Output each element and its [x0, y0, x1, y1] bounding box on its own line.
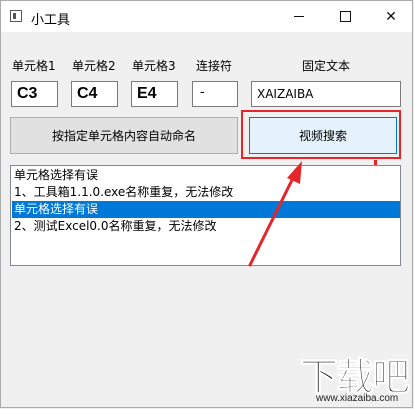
list-item-selected[interactable]: 单元格选择有误 — [12, 201, 400, 218]
cell1-label: 单元格1 — [12, 59, 56, 73]
minimize-button[interactable] — [276, 1, 322, 32]
fixed-text-input[interactable]: XAIZAIBA — [251, 81, 401, 107]
maximize-button[interactable] — [322, 1, 368, 32]
fixed-text-label: 固定文本 — [302, 59, 351, 73]
list-item[interactable]: 单元格选择有误 — [12, 167, 400, 184]
app-window-icon — [10, 10, 22, 22]
close-icon: ✕ — [385, 8, 397, 25]
close-button[interactable]: ✕ — [368, 1, 414, 32]
connector-input[interactable]: - — [192, 81, 238, 107]
video-search-button[interactable]: 视频搜索 — [249, 117, 397, 154]
cell3-label: 单元格3 — [132, 59, 176, 73]
list-item[interactable]: 1、工具箱1.1.0.exe名称重复，无法修改 — [12, 184, 400, 201]
cell2-label: 单元格2 — [72, 59, 116, 73]
title-bar: 小工具 ✕ — [1, 1, 412, 32]
cell3-input[interactable]: E4 — [131, 81, 178, 107]
cell2-input[interactable]: C4 — [71, 81, 118, 107]
watermark-url: www.xiazaiba.com — [316, 393, 399, 404]
auto-name-button[interactable]: 按指定单元格内容自动命名 — [10, 117, 238, 154]
maximize-icon — [339, 11, 351, 22]
log-listbox[interactable]: 单元格选择有误 1、工具箱1.1.0.exe名称重复，无法修改 单元格选择有误 … — [10, 165, 401, 266]
connector-label: 连接符 — [196, 59, 233, 73]
list-item[interactable]: 2、测试Excel0.0名称重复，无法修改 — [12, 218, 400, 235]
cell1-input[interactable]: C3 — [11, 81, 58, 107]
watermark-logo: 下载吧 www.xiazaiba.com — [296, 346, 410, 406]
window-title: 小工具 — [31, 13, 71, 28]
minimize-icon — [294, 16, 304, 17]
